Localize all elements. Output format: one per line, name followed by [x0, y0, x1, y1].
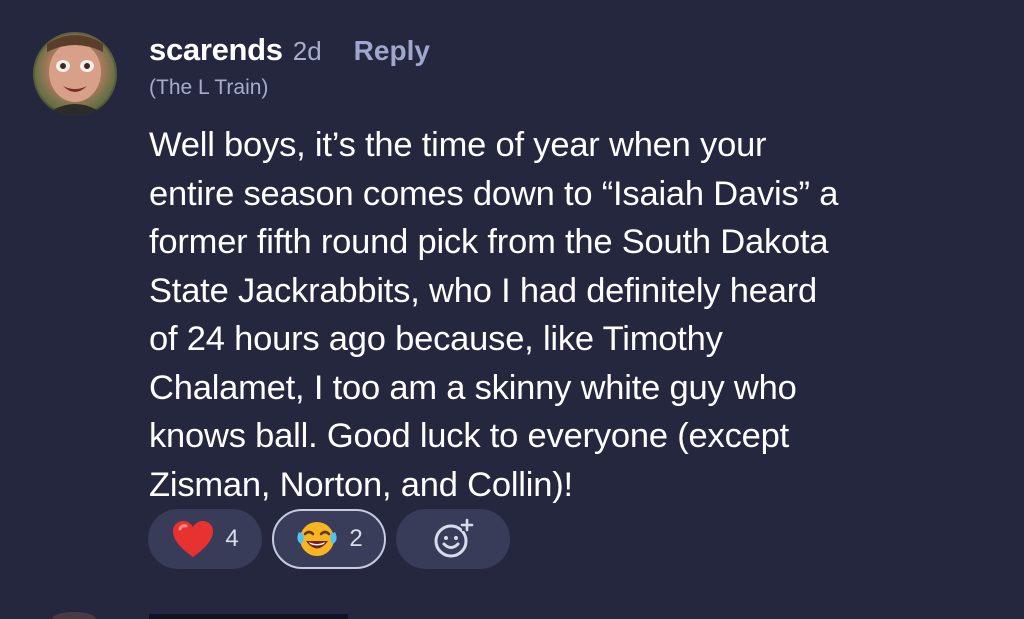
comment-age: 2d	[292, 36, 322, 66]
comment-body-line: former fifth round pick from the South D…	[149, 223, 829, 261]
comment-body-line: knows ball. Good luck to everyone (excep…	[149, 417, 789, 455]
next-comment-bar	[149, 614, 348, 619]
add-reaction-icon	[431, 517, 475, 561]
add-reaction-button[interactable]	[396, 509, 510, 569]
comment-body-line: Well boys, it’s the time of year when yo…	[149, 126, 767, 164]
reactions-bar: 4 2	[148, 509, 510, 569]
comment-header: scarends 2d Reply	[149, 32, 430, 72]
comment-body-line: entire season comes down to “Isaiah Davi…	[149, 174, 839, 213]
comment-body-line: Zisman, Norton, and Collin)!	[149, 465, 573, 504]
reaction-heart-button[interactable]: 4	[148, 509, 262, 569]
comment-body-line: of 24 hours ago because, like Timothy	[149, 320, 723, 358]
reply-button[interactable]: Reply	[354, 35, 430, 67]
comment-body-line: State Jackrabbits, who I had definitely …	[149, 271, 817, 310]
reaction-laugh-button[interactable]: 2	[272, 509, 386, 569]
avatar-photo	[47, 35, 103, 116]
reaction-count: 4	[225, 525, 239, 552]
user-avatar[interactable]	[33, 32, 117, 116]
face-with-tears-of-joy-icon	[295, 518, 339, 560]
comment-body: Well boys, it’s the time of year when yo…	[149, 121, 999, 509]
username[interactable]: scarends	[149, 32, 283, 68]
user-team-subtitle: (The L Train)	[149, 76, 269, 99]
comment-body-line: Chalamet, I too am a skinny white guy wh…	[149, 368, 797, 407]
comment: scarends 2d Reply (The L Train) Well boy…	[0, 0, 1024, 619]
red-heart-icon	[171, 519, 215, 559]
reaction-count: 2	[349, 525, 363, 552]
next-comment-avatar	[52, 612, 96, 619]
